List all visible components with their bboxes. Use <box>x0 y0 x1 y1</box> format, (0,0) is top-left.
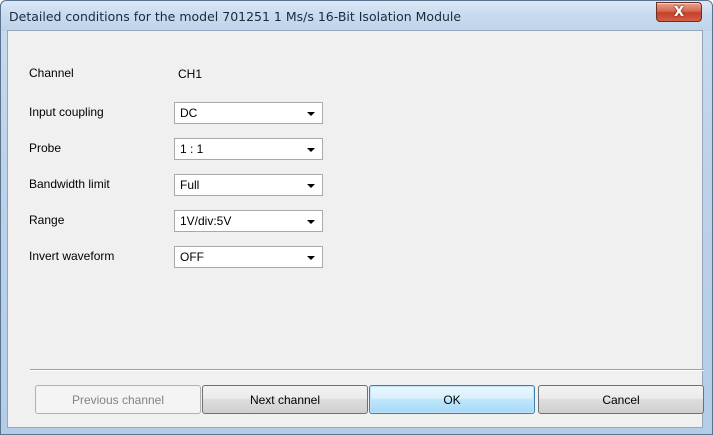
channel-value: CH1 <box>178 67 203 81</box>
next-channel-button[interactable]: Next channel <box>202 385 368 414</box>
window-title: Detailed conditions for the model 701251… <box>9 9 462 24</box>
probe-value: 1 : 1 <box>180 142 204 156</box>
range-value: 1V/div:5V <box>180 214 232 228</box>
invert-waveform-value: OFF <box>180 250 204 264</box>
input-coupling-select[interactable]: DC <box>174 102 323 124</box>
bandwidth-limit-value: Full <box>180 178 200 192</box>
channel-label: Channel <box>29 66 74 80</box>
range-select[interactable]: 1V/div:5V <box>174 210 323 232</box>
previous-channel-button[interactable]: Previous channel <box>35 385 201 414</box>
chevron-down-icon <box>307 148 315 152</box>
chevron-down-icon <box>307 112 315 116</box>
input-coupling-label: Input coupling <box>29 105 104 119</box>
bandwidth-limit-label: Bandwidth limit <box>29 177 110 191</box>
bandwidth-limit-select[interactable]: Full <box>174 174 323 196</box>
probe-label: Probe <box>29 141 62 155</box>
chevron-down-icon <box>307 220 315 224</box>
invert-waveform-select[interactable]: OFF <box>174 246 323 268</box>
cancel-button[interactable]: Cancel <box>538 385 704 414</box>
ok-button[interactable]: OK <box>369 385 535 414</box>
close-icon: X <box>673 4 685 20</box>
chevron-down-icon <box>307 256 315 260</box>
range-label: Range <box>29 213 65 227</box>
input-coupling-value: DC <box>180 106 198 120</box>
close-button[interactable]: X <box>656 2 702 22</box>
title-bar[interactable]: Detailed conditions for the model 701251… <box>1 1 712 31</box>
chevron-down-icon <box>307 184 315 188</box>
button-separator <box>30 369 704 371</box>
invert-waveform-label: Invert waveform <box>29 249 115 263</box>
probe-select[interactable]: 1 : 1 <box>174 138 323 160</box>
